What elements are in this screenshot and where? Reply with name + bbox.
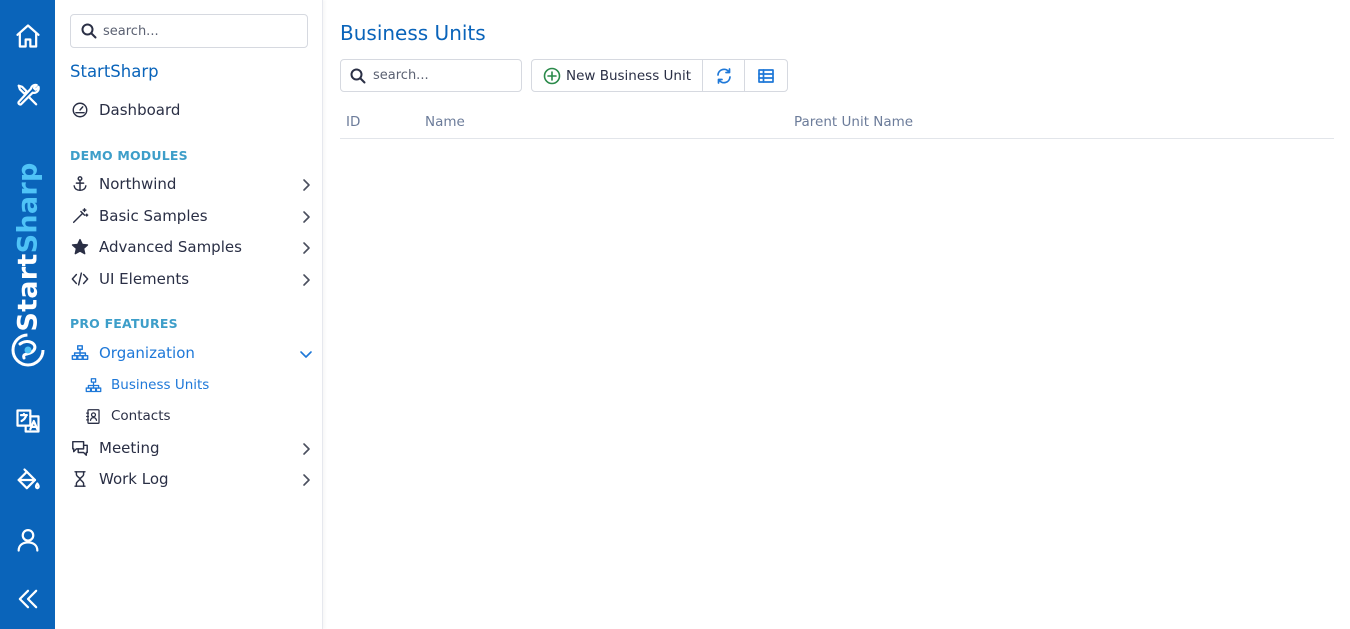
section-header-pro: PRO FEATURES bbox=[70, 316, 178, 331]
column-picker-button[interactable] bbox=[745, 60, 787, 91]
grid-search-input[interactable] bbox=[373, 60, 518, 91]
table-columns-icon bbox=[758, 68, 774, 83]
brand-name: StartSharp bbox=[13, 162, 44, 331]
sidebar-item-label: Advanced Samples bbox=[99, 238, 242, 256]
chat-icon bbox=[70, 438, 90, 458]
sidebar-subitem-label: Business Units bbox=[111, 377, 210, 393]
sidebar-subitem-business-units[interactable]: Business Units bbox=[84, 372, 304, 398]
chevron-down-icon bbox=[299, 346, 313, 360]
dashboard-icon bbox=[70, 100, 90, 120]
chevron-right-icon bbox=[299, 240, 313, 254]
sidebar-item-northwind[interactable]: Northwind bbox=[70, 170, 313, 198]
theme-icon[interactable] bbox=[0, 458, 55, 502]
sidebar-item-label: Dashboard bbox=[99, 101, 181, 119]
sidebar-subitem-contacts[interactable]: Contacts bbox=[84, 403, 304, 429]
magic-wand-icon bbox=[70, 206, 90, 226]
section-header-demo: DEMO MODULES bbox=[70, 148, 188, 163]
collapse-icon[interactable] bbox=[0, 577, 55, 621]
search-icon bbox=[350, 68, 366, 84]
sidebar-item-advanced-samples[interactable]: Advanced Samples bbox=[70, 233, 313, 261]
sitemap-icon bbox=[70, 343, 90, 363]
user-icon[interactable] bbox=[0, 518, 55, 562]
chevron-right-icon bbox=[299, 472, 313, 486]
refresh-button[interactable] bbox=[703, 60, 745, 91]
star-icon bbox=[70, 237, 90, 257]
sidebar-item-work-log[interactable]: Work Log bbox=[70, 465, 313, 493]
sitemap-icon bbox=[84, 376, 102, 394]
sidebar-item-label: Organization bbox=[99, 344, 195, 362]
hourglass-icon bbox=[70, 469, 90, 489]
column-header-name[interactable]: Name bbox=[425, 114, 465, 130]
sidebar-item-ui-elements[interactable]: UI Elements bbox=[70, 265, 313, 293]
chevron-right-icon bbox=[299, 209, 313, 223]
grid-toolbar: New Business Unit bbox=[531, 59, 788, 92]
sidebar-item-label: Northwind bbox=[99, 175, 177, 193]
anchor-icon bbox=[70, 174, 90, 194]
new-business-unit-label: New Business Unit bbox=[565, 67, 692, 84]
sidebar-item-label: UI Elements bbox=[99, 270, 190, 288]
sidebar-item-label: Basic Samples bbox=[99, 207, 208, 225]
chevron-right-icon bbox=[299, 177, 313, 191]
grid-search[interactable] bbox=[340, 59, 522, 92]
tools-icon[interactable] bbox=[0, 73, 55, 117]
add-circle-icon bbox=[543, 67, 561, 84]
sidebar: StartSharp Dashboard DEMO MODULES Northw… bbox=[55, 0, 323, 629]
sidebar-search[interactable] bbox=[70, 14, 308, 48]
brand-logo-icon bbox=[11, 333, 45, 367]
code-icon bbox=[70, 269, 90, 289]
sidebar-item-basic-samples[interactable]: Basic Samples bbox=[70, 202, 313, 230]
page-title: Business Units bbox=[340, 21, 486, 45]
sidebar-subitem-label: Contacts bbox=[111, 408, 171, 424]
sidebar-item-dashboard[interactable]: Dashboard bbox=[70, 96, 313, 124]
column-header-id[interactable]: ID bbox=[346, 114, 360, 130]
sidebar-search-input[interactable] bbox=[103, 15, 303, 47]
brand-vertical: StartSharp bbox=[0, 162, 55, 375]
search-icon bbox=[81, 23, 97, 39]
refresh-icon bbox=[716, 67, 731, 84]
chevron-right-icon bbox=[299, 441, 313, 455]
sidebar-item-label: Work Log bbox=[99, 470, 169, 488]
translate-icon[interactable] bbox=[0, 399, 55, 443]
brand-sharp: Sharp bbox=[12, 162, 44, 254]
sidebar-item-label: Meeting bbox=[99, 439, 160, 457]
sidebar-item-organization[interactable]: Organization bbox=[70, 339, 313, 367]
column-header-parent-unit-name[interactable]: Parent Unit Name bbox=[794, 114, 913, 130]
new-business-unit-button[interactable]: New Business Unit bbox=[532, 60, 703, 91]
grid-header: ID Name Parent Unit Name bbox=[340, 110, 1334, 139]
sidebar-title[interactable]: StartSharp bbox=[70, 62, 159, 81]
contact-card-icon bbox=[84, 407, 102, 425]
brand-start: Start bbox=[12, 253, 44, 332]
chevron-right-icon bbox=[299, 272, 313, 286]
sidebar-item-meeting[interactable]: Meeting bbox=[70, 434, 313, 462]
app-rail: StartSharp bbox=[0, 0, 55, 629]
home-icon[interactable] bbox=[0, 14, 55, 58]
